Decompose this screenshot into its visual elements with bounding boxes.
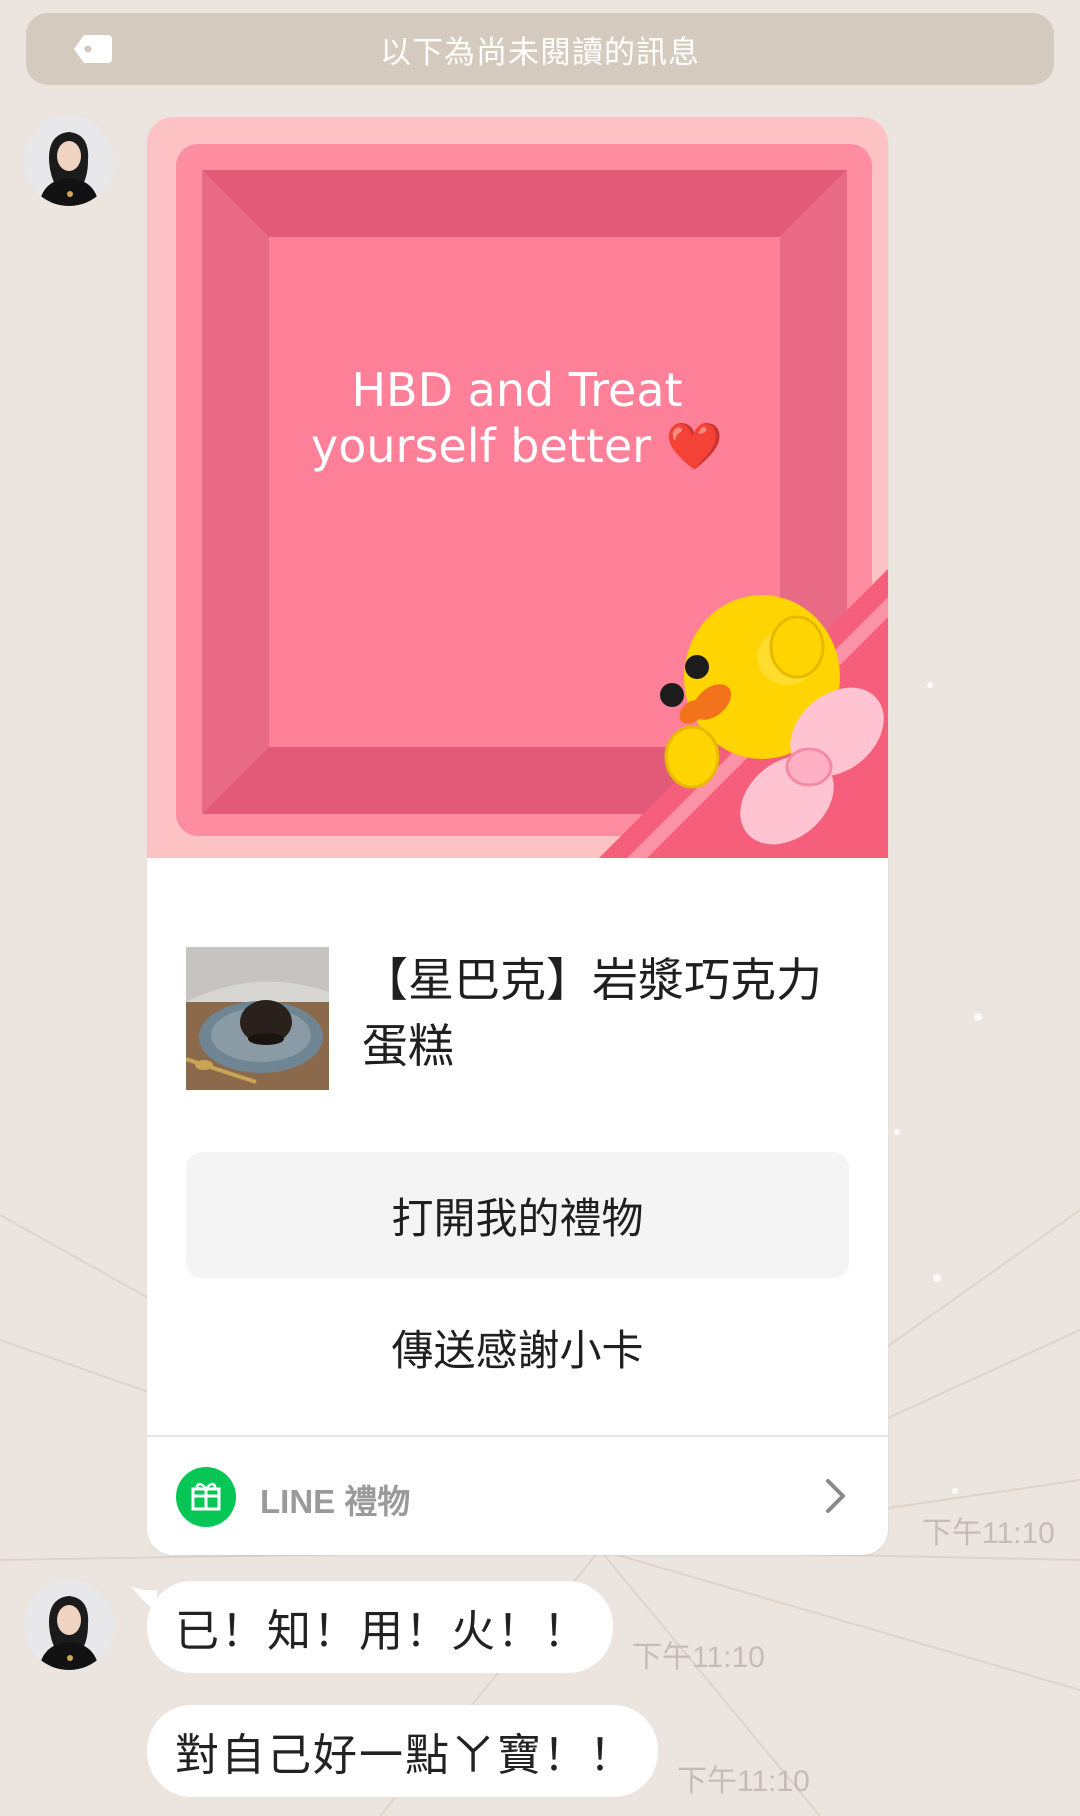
gift-box-illustration bbox=[147, 117, 888, 858]
unread-messages-banner[interactable]: 以下為尚未閱讀的訊息 bbox=[26, 13, 1054, 85]
send-thanks-card-button[interactable]: 傳送感謝小卡 bbox=[186, 1292, 849, 1402]
gift-icon bbox=[176, 1467, 236, 1527]
avatar[interactable] bbox=[24, 116, 114, 206]
unread-banner-text: 以下為尚未閱讀的訊息 bbox=[380, 34, 700, 71]
open-gift-button[interactable]: 打開我的禮物 bbox=[186, 1152, 849, 1278]
message-text: 已！知！用！火！！ bbox=[175, 1606, 589, 1657]
message-bubble[interactable]: 已！知！用！火！！ bbox=[147, 1581, 613, 1673]
message-time: 下午11:10 bbox=[632, 1641, 765, 1674]
product-name: 【星巴克】岩漿巧克力蛋糕 bbox=[362, 953, 822, 1073]
avatar-image bbox=[24, 116, 114, 206]
message-bubble[interactable]: 對自己好一點ㄚ寶！！ bbox=[147, 1705, 658, 1797]
line-gift-footer[interactable]: LINE 禮物 bbox=[147, 1437, 888, 1555]
gift-card[interactable]: HBD and Treat yourself better ❤️ 【星巴克】岩漿… bbox=[147, 117, 888, 1555]
chevron-right-icon bbox=[826, 1479, 845, 1513]
avatar[interactable] bbox=[24, 1580, 114, 1670]
tag-icon bbox=[74, 35, 112, 63]
line-gift-label: LINE 禮物 bbox=[260, 1483, 411, 1520]
message-text: 對自己好一點ㄚ寶！！ bbox=[175, 1730, 635, 1781]
avatar-image bbox=[24, 1580, 114, 1670]
message-time: 下午11:10 bbox=[677, 1765, 810, 1798]
product-row[interactable]: 【星巴克】岩漿巧克力蛋糕 bbox=[186, 947, 856, 1093]
product-image bbox=[186, 947, 329, 1090]
message-time: 下午11:10 bbox=[922, 1517, 1055, 1550]
gift-message: HBD and Treat yourself better ❤️ bbox=[311, 363, 723, 473]
